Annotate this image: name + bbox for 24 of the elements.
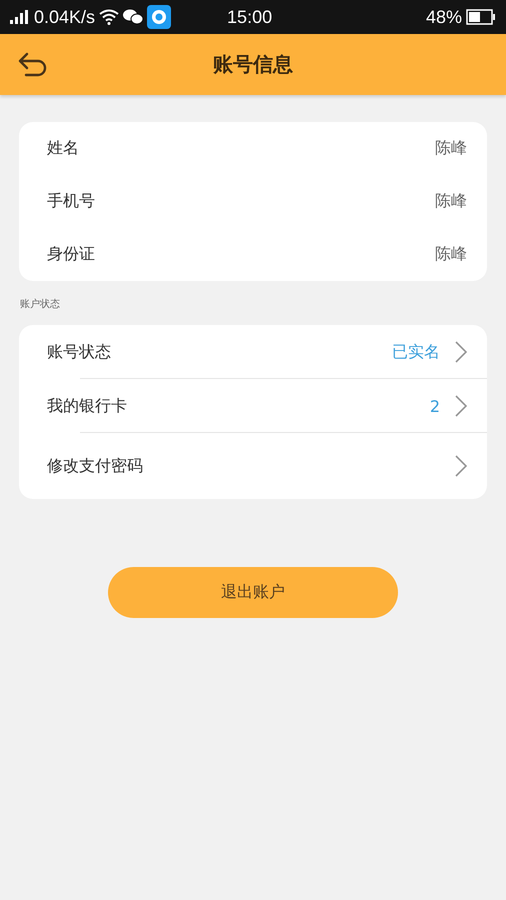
- chevron-right-icon: [454, 454, 468, 478]
- list-item[interactable]: 账号状态 已实名: [19, 325, 487, 379]
- field-value: 陈峰: [435, 244, 467, 265]
- wifi-icon: [99, 9, 120, 25]
- field-value: 陈峰: [435, 191, 467, 212]
- chevron-right-icon: [454, 340, 468, 364]
- clock: 15:00: [227, 6, 272, 28]
- logout-button[interactable]: 退出账户: [108, 567, 398, 618]
- field-value: 陈峰: [435, 138, 467, 159]
- network-speed: 0.04K/s: [34, 6, 96, 28]
- battery-icon: [466, 9, 496, 25]
- back-icon[interactable]: [18, 52, 48, 78]
- field-label: 身份证: [47, 244, 95, 265]
- app-icon: [147, 5, 172, 29]
- signal-icon: [10, 10, 30, 24]
- chevron-right-icon: [454, 394, 468, 418]
- page-title: 账号信息: [213, 51, 293, 78]
- chat-icon: [123, 9, 144, 25]
- field-label: 手机号: [47, 191, 95, 212]
- battery-percent: 48%: [426, 6, 462, 28]
- field-label: 姓名: [47, 138, 79, 159]
- list-item[interactable]: 我的银行卡 2: [19, 379, 487, 433]
- list-item[interactable]: 修改支付密码: [19, 433, 487, 499]
- section-title: 账户状态: [20, 298, 61, 311]
